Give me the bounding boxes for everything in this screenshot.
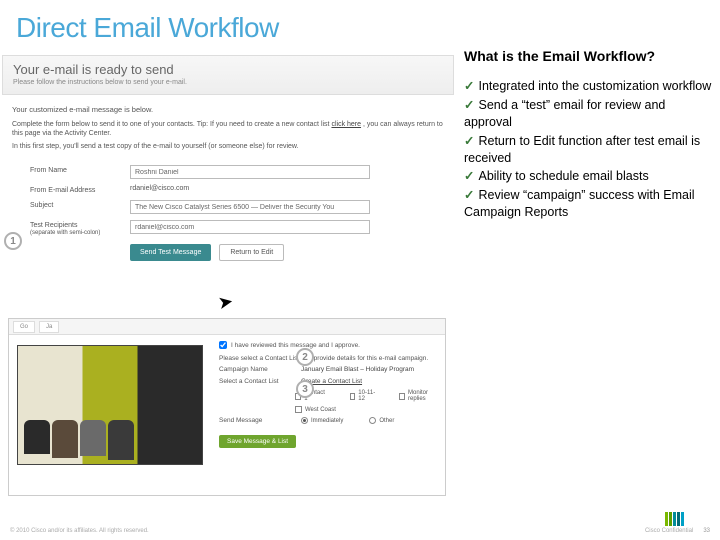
approve-checkbox[interactable] [219, 341, 227, 349]
copyright-text: © 2010 Cisco and/or its affiliates. All … [10, 528, 149, 534]
callout-1: 1 [4, 232, 22, 250]
save-message-button[interactable]: Save Message & List [219, 435, 296, 448]
brand-stripes [664, 512, 684, 526]
right-column: What is the Email Workflow? ✓Integrated … [460, 48, 718, 223]
check-icon: ✓ [464, 134, 474, 148]
subject-input[interactable] [130, 200, 370, 214]
from-email-value: rdaniel@cisco.com [130, 185, 370, 192]
feature-item: ✓Review “campaign” success with Email Ca… [464, 187, 714, 221]
banner-sub: Please follow the instructions below to … [13, 79, 443, 86]
subject-label: Subject [30, 200, 130, 209]
check-icon: ✓ [464, 98, 474, 112]
ss-lead: Please select a Contact List and provide… [219, 355, 437, 362]
opt2-checkbox[interactable] [350, 393, 356, 400]
send-test-button[interactable]: Send Test Message [130, 244, 211, 261]
right-heading: What is the Email Workflow? [464, 48, 714, 64]
meeting-photo [17, 345, 203, 465]
body-lead: Your customized e-mail message is below. [12, 105, 444, 114]
immediately-radio[interactable] [301, 417, 308, 424]
opt3-checkbox[interactable] [399, 393, 405, 400]
second-screenshot: Go Ja I have reviewed this message and I… [8, 318, 446, 496]
from-email-label: From E-mail Address [30, 185, 130, 194]
ready-banner: Your e-mail is ready to send Please foll… [2, 55, 454, 95]
from-name-input[interactable] [130, 165, 370, 179]
person-silhouette [24, 420, 50, 454]
confidential-text: Cisco Confidential [645, 528, 693, 534]
callout-2: 2 [296, 348, 314, 366]
feature-item: ✓Ability to schedule email blasts [464, 168, 714, 185]
feature-item: ✓Send a “test” email for review and appr… [464, 97, 714, 131]
check-icon: ✓ [464, 79, 474, 93]
ss-tabs: Go Ja [9, 319, 445, 335]
send-message-label: Send Message [219, 417, 295, 424]
form-area: From Name From E-mail Address rdaniel@ci… [2, 161, 454, 261]
approve-label: I have reviewed this message and I appro… [231, 342, 360, 349]
banner-heading: Your e-mail is ready to send [13, 62, 443, 77]
footer: © 2010 Cisco and/or its affiliates. All … [0, 528, 720, 534]
other-radio[interactable] [369, 417, 376, 424]
body-para2: In this first step, you'll send a test c… [12, 142, 444, 151]
opt4-checkbox[interactable] [295, 406, 302, 413]
select-list-label: Select a Contact List [219, 378, 295, 385]
campaign-name-value: January Email Blast – Holiday Program [301, 366, 414, 373]
ss-tab-go[interactable]: Go [13, 321, 35, 333]
person-silhouette [80, 420, 106, 456]
left-column: Your e-mail is ready to send Please foll… [2, 55, 454, 261]
cursor-icon: ➤ [216, 291, 235, 314]
body-para1: Complete the form below to send it to on… [12, 120, 444, 138]
person-silhouette [52, 420, 78, 458]
feature-item: ✓Return to Edit function after test emai… [464, 133, 714, 167]
return-edit-button[interactable]: Return to Edit [219, 244, 284, 261]
recipients-label: Test Recipients (separate with semi-colo… [30, 220, 130, 236]
check-icon: ✓ [464, 169, 474, 183]
body-text: Your customized e-mail message is below.… [2, 95, 454, 161]
person-silhouette [108, 420, 134, 460]
check-icon: ✓ [464, 188, 474, 202]
callout-3: 3 [296, 380, 314, 398]
ss-tab-ja[interactable]: Ja [39, 321, 59, 333]
feature-item: ✓Integrated into the customization workf… [464, 78, 714, 95]
slide-title: Direct Email Workflow [0, 0, 720, 52]
click-here-link[interactable]: click here [331, 121, 361, 128]
page-number: 33 [703, 528, 710, 534]
from-name-label: From Name [30, 165, 130, 174]
campaign-name-label: Campaign Name [219, 366, 295, 373]
ss-form: I have reviewed this message and I appro… [211, 335, 445, 495]
recipients-input[interactable] [130, 220, 370, 234]
